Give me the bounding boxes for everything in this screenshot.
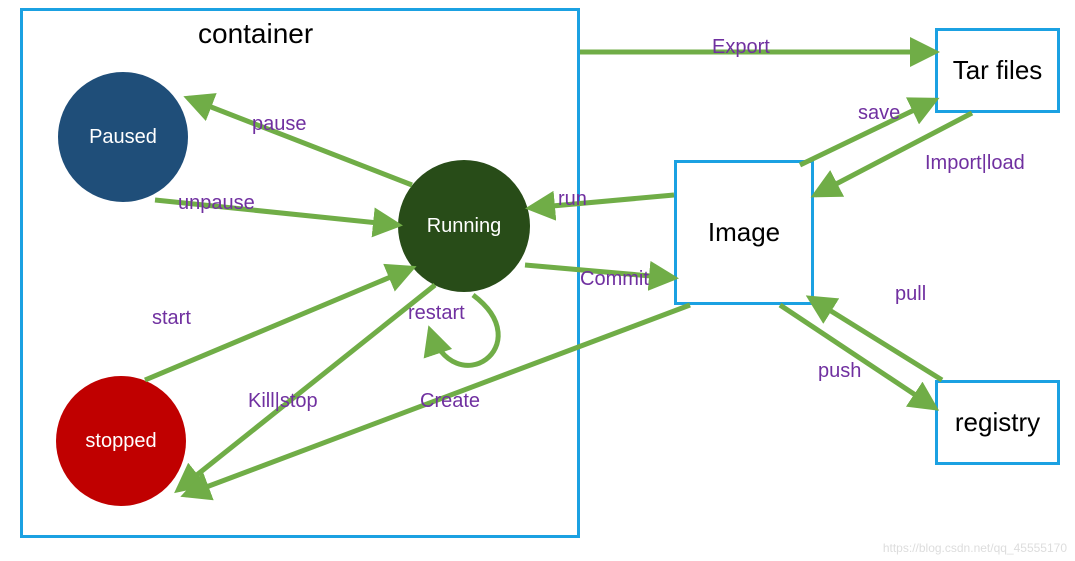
label-run: run (558, 188, 587, 211)
box-image-label: Image (708, 217, 780, 248)
label-unpause: unpause (178, 192, 255, 215)
label-pull: pull (895, 283, 926, 306)
box-tarfiles: Tar files (935, 28, 1060, 113)
state-paused-label: Paused (89, 126, 157, 149)
edge-push-arrow (780, 305, 935, 408)
state-stopped: stopped (56, 376, 186, 506)
label-push: push (818, 360, 861, 383)
label-restart: restart (408, 302, 465, 325)
box-registry-label: registry (955, 407, 1040, 438)
state-running: Running (398, 160, 530, 292)
state-running-label: Running (427, 215, 502, 238)
label-commit: Commit (580, 268, 649, 291)
container-title: container (198, 18, 313, 50)
box-registry: registry (935, 380, 1060, 465)
label-kill-stop: Kill|stop (248, 390, 318, 413)
label-import-load: Import|load (925, 152, 1025, 175)
label-create: Create (420, 390, 480, 413)
watermark: https://blog.csdn.net/qq_45555170 (883, 541, 1067, 555)
label-export: Export (712, 36, 770, 59)
state-stopped-label: stopped (85, 430, 156, 453)
box-image: Image (674, 160, 814, 305)
state-paused: Paused (58, 72, 188, 202)
label-pause: pause (252, 113, 307, 136)
box-tarfiles-label: Tar files (953, 55, 1043, 86)
label-save: save (858, 102, 900, 125)
label-start: start (152, 307, 191, 330)
